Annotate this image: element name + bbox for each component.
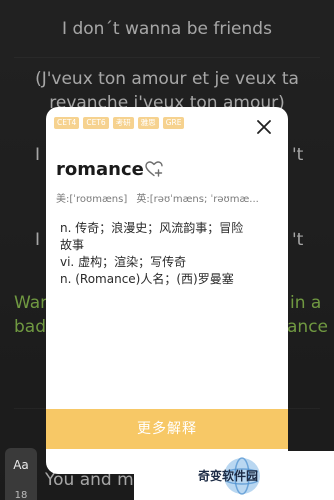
definitions: n. 传奇；浪漫史；风流韵事；冒险 故事 vi. 虚构；渲染；写传奇 n. (R… xyxy=(60,220,278,288)
definition-line: vi. 虚构；渲染；写传奇 xyxy=(60,255,187,269)
exam-tag: 考研 xyxy=(112,117,134,129)
dictionary-popup: CET4 CET6 考研 雅思 GRE romance 美:[ˈroʊmæns]… xyxy=(46,107,288,474)
close-icon[interactable] xyxy=(256,119,272,135)
font-size-label: Aa xyxy=(13,458,29,472)
definition-line: n. (Romance)人名；(西)罗曼塞 xyxy=(60,272,234,286)
phonetic-us[interactable]: 美:[ˈroʊmæns] xyxy=(56,194,127,205)
watermark-text: 奇变软件园 xyxy=(198,469,259,483)
exam-tag: CET4 xyxy=(54,117,80,129)
definition-line: 故事 xyxy=(60,238,85,252)
definition-line: n. 传奇；浪漫史；风流韵事；冒险 xyxy=(60,221,244,235)
phonetics: 美:[ˈroʊmæns] 英:[rəʊˈmæns; ˈrəʊmæ... xyxy=(56,190,278,205)
exam-tag: GRE xyxy=(162,117,185,129)
more-definitions-button[interactable]: 更多解释 xyxy=(46,409,288,449)
font-size-value: 18 xyxy=(14,490,28,500)
heart-add-icon[interactable] xyxy=(144,159,164,179)
exam-tags: CET4 CET6 考研 雅思 GRE xyxy=(54,117,185,129)
headword: romance xyxy=(56,159,144,180)
exam-tag: 雅思 xyxy=(137,117,159,129)
font-size-button[interactable]: Aa 18 xyxy=(5,448,37,500)
phonetic-uk[interactable]: 英:[rəʊˈmæns; ˈrəʊmæ... xyxy=(136,194,258,205)
watermark: 奇变软件园 xyxy=(134,451,334,500)
exam-tag: CET6 xyxy=(83,117,109,129)
